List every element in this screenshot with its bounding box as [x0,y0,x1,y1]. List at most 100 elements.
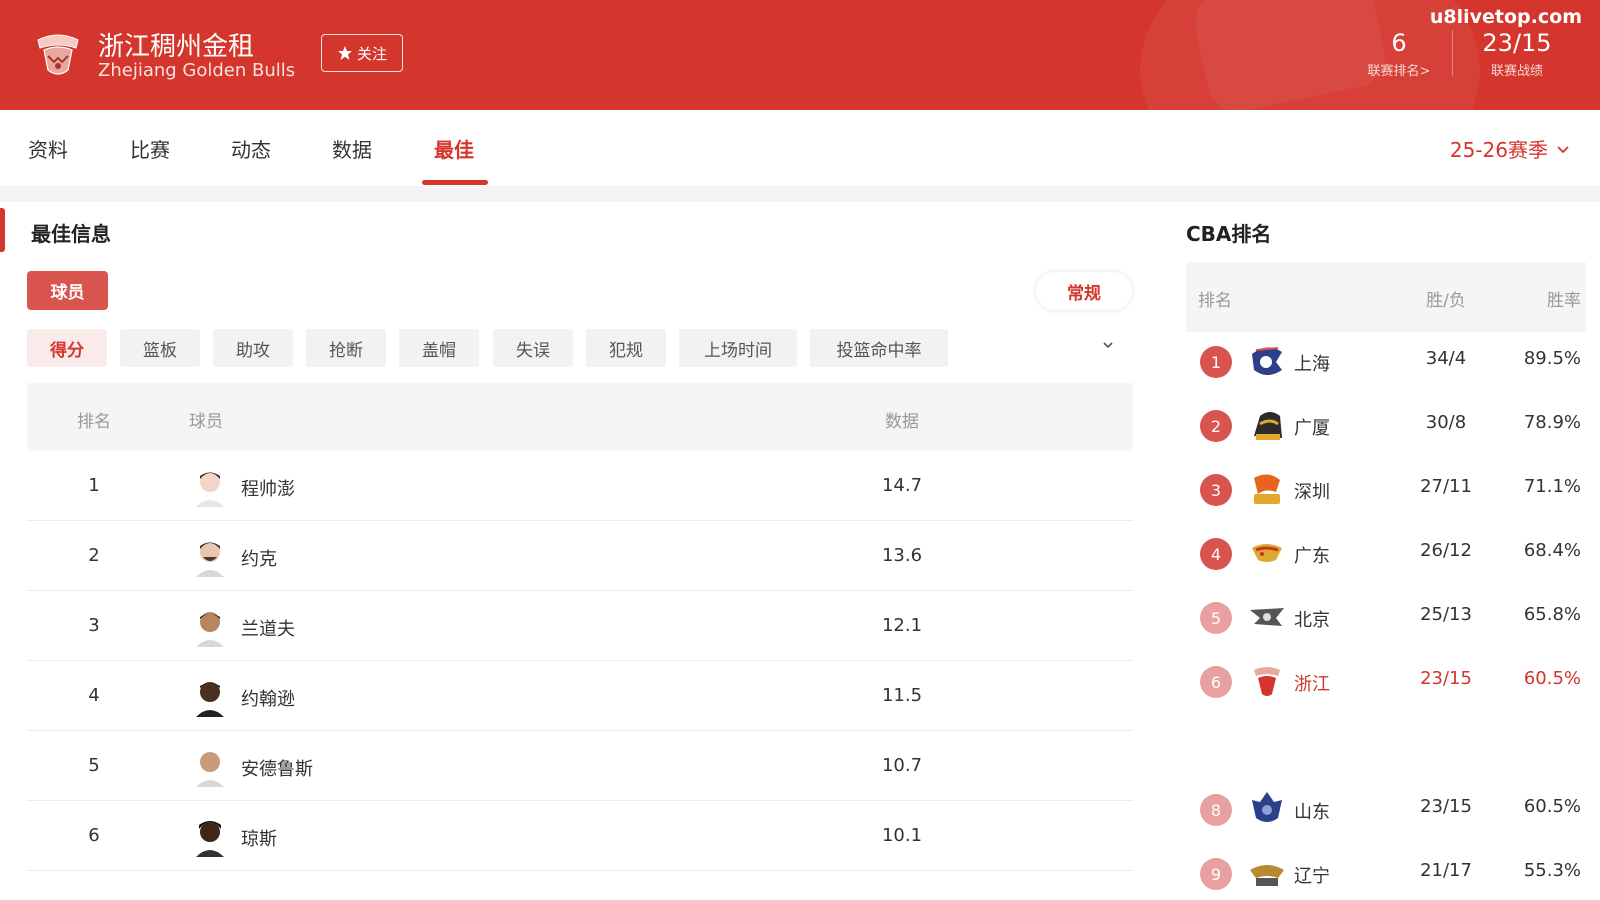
league-rank-label: 联赛排名> [1367,64,1431,79]
team-logo-icon [37,34,79,75]
player-name[interactable]: 琼斯 [241,825,277,851]
table-row[interactable]: 4 约翰逊 11.5 [27,661,1133,731]
col-rank: 排名 [1198,291,1232,311]
team-name[interactable]: 浙江 [1294,670,1330,696]
standings-row[interactable]: 9 辽宁 21/17 55.3% [1186,844,1586,900]
team-logo-icon [1252,347,1282,375]
tab-news[interactable]: 动态 [231,134,271,163]
team-win-loss: 21/17 [1420,860,1472,881]
standings-row[interactable]: 4 广东 26/12 68.4% [1186,524,1586,588]
league-record-label: 联赛战绩 [1490,64,1543,79]
team-logo-icon [1254,667,1280,696]
rank-badge: 1 [1200,346,1232,378]
tab-best[interactable]: 最佳 [434,134,474,163]
category-fouls[interactable]: 犯规 [586,329,666,367]
team-logo-icon [1252,792,1282,822]
team-logo-icon [1254,474,1280,504]
rank-badge: 4 [1200,538,1232,570]
team-win-loss: 27/11 [1420,476,1472,497]
cba-standings-panel: CBA排名 排名 胜/负 胜率 1 上海 34/4 89.5% 2 广厦 30/… [1160,202,1600,900]
table-row[interactable]: 1 程帅澎 14.7 [27,451,1133,521]
tab-matches[interactable]: 比赛 [130,134,170,163]
rank-badge: 5 [1200,602,1232,634]
team-header: 浙江稠州金租 Zhejiang Golden Bulls 关注 u8liveto… [0,0,1600,110]
player-name[interactable]: 安德鲁斯 [241,755,313,781]
standings-row[interactable]: 1 上海 34/4 89.5% [1186,332,1586,396]
table-row[interactable]: 5 安德鲁斯 10.7 [27,731,1133,801]
player-stat: 14.7 [881,475,923,496]
player-avatar-icon [196,682,224,717]
team-name-cn: 浙江稠州金租 [98,32,255,62]
standings-row[interactable]: 8 山东 23/15 60.5% [1186,780,1586,844]
league-rank-value: 6 [1391,29,1407,57]
regular-season-chip[interactable]: 常规 [1036,272,1132,310]
category-fg-pct[interactable]: 投篮命中率 [810,329,948,367]
team-win-loss: 25/13 [1420,604,1472,625]
rank-badge: 3 [1200,474,1232,506]
category-points[interactable]: 得分 [27,329,107,367]
team-name[interactable]: 广厦 [1294,414,1330,440]
category-rebounds[interactable]: 篮板 [120,329,200,367]
player-type-chip[interactable]: 球员 [27,271,108,310]
follow-button[interactable]: 关注 [321,34,403,72]
team-nav: 资料 比赛 动态 数据 最佳 25-26赛季 [0,110,1600,186]
standings-row[interactable]: 3 深圳 27/11 71.1% [1186,460,1586,524]
player-stat: 11.5 [881,685,923,706]
player-stat: 10.1 [881,825,923,846]
team-win-pct: 60.5% [1523,796,1581,817]
section-title: 最佳信息 [31,222,111,246]
player-name[interactable]: 约克 [241,545,277,571]
tab-stats[interactable]: 数据 [332,134,372,163]
player-name[interactable]: 兰道夫 [241,615,295,641]
season-selector[interactable]: 25-26赛季 [1450,134,1570,163]
table-row[interactable]: 6 琼斯 10.1 [27,801,1133,871]
player-avatar-icon [196,752,224,787]
team-logo-icon [1254,412,1282,440]
player-avatar-icon [196,821,224,857]
col-win-pct: 胜率 [1547,291,1581,311]
category-steals[interactable]: 抢断 [306,329,386,367]
row-rank: 5 [88,755,100,776]
team-logo-icon [1250,608,1284,626]
category-assists[interactable]: 助攻 [213,329,293,367]
player-name[interactable]: 约翰逊 [241,685,295,711]
team-win-loss: 23/15 [1420,668,1472,689]
table-row[interactable]: 3 兰道夫 12.1 [27,591,1133,661]
table-row[interactable]: 2 约克 13.6 [27,521,1133,591]
team-name[interactable]: 深圳 [1294,478,1330,504]
team-name[interactable]: 北京 [1294,606,1330,632]
active-tab-indicator [422,180,488,185]
follow-label: 关注 [356,44,387,63]
category-minutes[interactable]: 上场时间 [679,329,797,367]
category-turnovers[interactable]: 失误 [493,329,573,367]
standings-row[interactable]: 2 广厦 30/8 78.9% [1186,396,1586,460]
team-name[interactable]: 辽宁 [1294,862,1330,888]
tab-profile[interactable]: 资料 [28,134,68,163]
team-win-loss: 23/15 [1420,796,1472,817]
standings-row[interactable]: 5 北京 25/13 65.8% [1186,588,1586,652]
section-accent-bar [0,208,5,252]
rank-badge: 6 [1200,666,1232,698]
player-avatar-icon [196,472,224,507]
col-rank: 排名 [77,412,111,432]
team-name[interactable]: 广东 [1294,542,1330,568]
chevron-down-icon[interactable] [1101,338,1115,352]
standings-title: CBA排名 [1186,222,1272,246]
player-avatar-icon [196,542,224,577]
team-name[interactable]: 上海 [1294,350,1330,376]
team-win-pct: 71.1% [1523,476,1581,497]
col-win-loss: 胜/负 [1426,291,1466,311]
season-label: 25-26赛季 [1449,138,1548,162]
category-blocks[interactable]: 盖帽 [399,329,479,367]
col-player: 球员 [189,412,223,432]
team-name[interactable]: 山东 [1294,798,1330,824]
rank-badge: 2 [1200,410,1232,442]
row-rank: 2 [88,545,100,566]
chevron-down-icon [1557,145,1569,153]
league-rank-stat[interactable]: 6 联赛排名> [1344,30,1454,79]
star-icon [337,46,352,60]
standings-row[interactable]: 6 浙江 23/15 60.5% [1186,652,1586,716]
player-name[interactable]: 程帅澎 [241,475,295,501]
player-stat: 12.1 [881,615,923,636]
team-win-pct: 65.8% [1523,604,1581,625]
